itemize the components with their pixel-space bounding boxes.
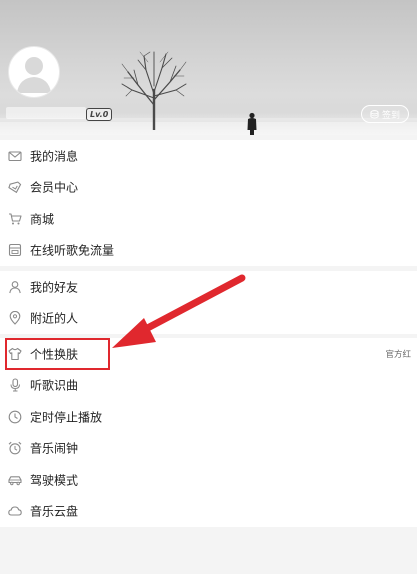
menu-item-label: 商城	[30, 212, 55, 227]
default-avatar-icon	[17, 57, 51, 93]
signin-button[interactable]: 签到	[361, 105, 409, 123]
signin-label: 签到	[381, 110, 400, 121]
current-skin-value: 官方红	[385, 349, 411, 360]
annotation-arrow	[112, 274, 246, 348]
menu-item-cloud-drive[interactable]: 音乐云盘	[0, 496, 417, 528]
menu-item-label: 驾驶模式	[30, 473, 79, 488]
menu-item-label: 我的消息	[30, 149, 79, 164]
menu-item-driving-mode[interactable]: 驾驶模式	[0, 464, 417, 496]
menu-item-label: 会员中心	[30, 180, 79, 195]
coin-stack-icon	[370, 109, 379, 119]
menu-item-label: 附近的人	[30, 311, 79, 326]
menu-item-sleep-timer[interactable]: 定时停止播放	[0, 401, 417, 433]
background-person-silhouette	[247, 112, 257, 135]
menu-item-song-recognition[interactable]: 听歌识曲	[0, 370, 417, 402]
background-tree-image	[121, 51, 187, 130]
data-card-icon	[8, 243, 22, 257]
menu-item-label: 我的好友	[30, 280, 79, 295]
friend-icon	[8, 280, 22, 294]
menu-item-label: 听歌识曲	[30, 378, 79, 393]
annotation-highlight-box	[5, 338, 110, 370]
avatar[interactable]	[8, 46, 60, 98]
menu-item-member-center[interactable]: 会员中心	[0, 172, 417, 204]
menu-item-store[interactable]: 商城	[0, 203, 417, 235]
menu-item-label: 音乐云盘	[30, 504, 79, 519]
menu-item-music-alarm[interactable]: 音乐闹钟	[0, 433, 417, 465]
mail-icon	[8, 149, 22, 163]
level-badge: Lv.0	[86, 108, 113, 121]
cloud-icon	[8, 504, 22, 518]
microphone-icon	[8, 378, 22, 392]
member-diamond-icon	[8, 180, 22, 194]
shopping-cart-icon	[8, 212, 22, 226]
location-pin-icon	[8, 311, 22, 326]
profile-header: Lv.0 签到	[0, 0, 417, 135]
alarm-clock-icon	[8, 441, 22, 455]
menu-item-messages[interactable]: 我的消息	[0, 140, 417, 172]
menu-item-label: 定时停止播放	[30, 410, 103, 425]
clock-icon	[8, 410, 22, 424]
username-blurred	[6, 107, 86, 119]
menu-group-account: 我的消息 会员中心 商城 在线听歌免流量	[0, 140, 417, 266]
car-icon	[8, 473, 22, 487]
menu-item-label: 在线听歌免流量	[30, 243, 115, 258]
menu-item-label: 音乐闹钟	[30, 441, 79, 456]
